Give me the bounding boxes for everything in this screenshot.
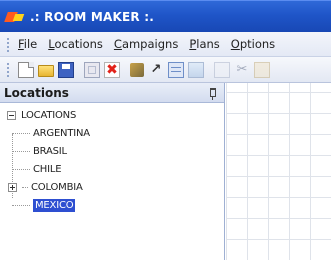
menu-file[interactable]: File	[18, 37, 37, 51]
tree-node-argentina[interactable]: ARGENTINA	[12, 126, 90, 141]
panel-header: Locations	[0, 83, 224, 103]
tree-node-label[interactable]: LOCATIONS	[21, 110, 76, 121]
menu-options[interactable]: Options	[231, 37, 275, 51]
collapse-icon[interactable]	[7, 111, 16, 120]
pin-icon[interactable]	[210, 88, 216, 100]
tree-node-mexico[interactable]: MEXICO	[12, 198, 76, 213]
copy-icon[interactable]	[214, 61, 230, 78]
menu-grip-icon[interactable]	[6, 36, 10, 52]
tree-node-label[interactable]: ARGENTINA	[33, 128, 90, 139]
expand-icon[interactable]	[8, 183, 17, 192]
delete-icon[interactable]: ✖	[104, 61, 120, 78]
tree-node-label-selected[interactable]: MEXICO	[33, 199, 76, 212]
toolbar-grip-icon[interactable]	[6, 62, 10, 77]
panel-title: Locations	[4, 85, 69, 100]
locations-panel: Locations LOCATIONS ARGENTINA BRASIL CHI…	[0, 83, 225, 260]
title-bar[interactable]: .: ROOM MAKER :.	[0, 0, 331, 32]
new-icon[interactable]	[18, 61, 34, 78]
menu-campaigns[interactable]: Campaigns	[114, 37, 178, 51]
open-icon[interactable]	[38, 65, 54, 77]
tree-node-colombia[interactable]: COLOMBIA	[8, 180, 83, 195]
menu-locations[interactable]: Locations	[48, 37, 103, 51]
locations-tree: LOCATIONS ARGENTINA BRASIL CHILE COLOMBI…	[0, 103, 224, 212]
cursor-icon[interactable]: ↗	[148, 62, 164, 78]
tree-node-label[interactable]: CHILE	[33, 164, 62, 175]
tree-node-label[interactable]: BRASIL	[33, 146, 67, 157]
menu-plans[interactable]: Plans	[189, 37, 219, 51]
tree-node-brasil[interactable]: BRASIL	[12, 144, 67, 159]
save-icon[interactable]	[58, 61, 74, 78]
design-canvas[interactable]	[226, 83, 331, 260]
cut-icon[interactable]: ✂	[234, 62, 250, 78]
paste-icon[interactable]	[254, 61, 270, 78]
tools-icon[interactable]	[130, 62, 144, 77]
menu-bar: File Locations Campaigns Plans Options	[0, 32, 331, 57]
table-icon[interactable]	[168, 61, 184, 78]
window-title: .: ROOM MAKER :.	[30, 9, 154, 24]
app-logo-icon	[4, 10, 25, 24]
image-icon[interactable]	[188, 61, 204, 78]
toolbar: ✖ ↗ ✂	[0, 57, 331, 83]
tree-node-chile[interactable]: CHILE	[12, 162, 62, 177]
grid-icon[interactable]	[84, 61, 100, 78]
tree-node-root[interactable]: LOCATIONS	[7, 108, 76, 123]
tree-node-label[interactable]: COLOMBIA	[31, 182, 83, 193]
